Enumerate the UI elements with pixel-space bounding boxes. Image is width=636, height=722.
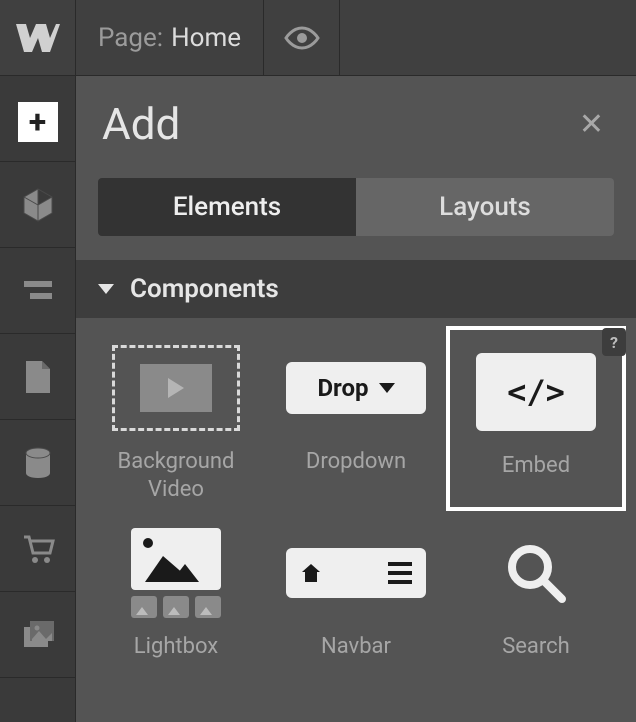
tab-elements[interactable]: Elements [98, 178, 356, 236]
section-title: Components [130, 274, 279, 304]
tab-layouts[interactable]: Layouts [356, 178, 614, 236]
element-navbar[interactable]: Navbar [266, 511, 446, 669]
element-label: Lightbox [134, 633, 218, 661]
page-prefix-label: Page: [98, 23, 163, 53]
topbar: Page: Home [0, 0, 636, 76]
sidebar-navigator[interactable] [0, 162, 75, 248]
element-lightbox[interactable]: Lightbox [86, 511, 266, 669]
left-toolbar: + [0, 76, 76, 722]
plus-icon: + [18, 102, 58, 142]
help-badge[interactable]: ? [602, 328, 626, 356]
dropdown-icon: Drop [270, 338, 442, 438]
hamburger-icon [388, 562, 412, 584]
element-label: Navbar [321, 633, 391, 661]
webflow-logo[interactable] [0, 0, 76, 76]
element-label: Background Video [90, 448, 262, 503]
sidebar-ecommerce[interactable] [0, 506, 75, 592]
element-label: Dropdown [306, 448, 406, 476]
sidebar-cms[interactable] [0, 420, 75, 506]
search-icon [450, 523, 622, 623]
section-header-components[interactable]: Components [76, 260, 636, 318]
lightbox-icon [90, 523, 262, 623]
caret-down-icon [98, 284, 114, 294]
eye-icon [284, 20, 320, 56]
element-label: Search [502, 633, 570, 661]
panel-header: Add ✕ [76, 76, 636, 168]
page-selector[interactable]: Page: Home [76, 0, 264, 76]
cube-icon [20, 187, 56, 223]
element-search[interactable]: Search [446, 511, 626, 669]
page-icon [20, 359, 56, 395]
close-button[interactable]: ✕ [573, 101, 610, 148]
embed-icon: </> [454, 342, 618, 442]
cart-icon [20, 531, 56, 567]
element-dropdown[interactable]: Drop Dropdown [266, 326, 446, 511]
images-icon [20, 617, 56, 653]
sidebar-assets[interactable] [0, 592, 75, 678]
lines-icon [20, 273, 56, 309]
page-name: Home [171, 23, 241, 53]
add-panel: Add ✕ Elements Layouts Components Backgr… [76, 76, 636, 722]
element-label: Embed [502, 452, 570, 480]
home-icon [300, 562, 322, 584]
element-embed[interactable]: ? </> Embed [446, 326, 626, 511]
webflow-logo-icon [16, 24, 60, 52]
sidebar-file[interactable] [0, 334, 75, 420]
navbar-icon [270, 523, 442, 623]
background-video-icon [90, 338, 262, 438]
sidebar-pages[interactable] [0, 248, 75, 334]
main: + [0, 76, 636, 722]
element-background-video[interactable]: Background Video [86, 326, 266, 511]
preview-button[interactable] [264, 0, 340, 76]
tab-row: Elements Layouts [98, 178, 614, 236]
sidebar-add[interactable]: + [0, 76, 75, 162]
close-icon: ✕ [579, 107, 604, 142]
database-icon [20, 445, 56, 481]
elements-grid: Background Video Drop Dropdown ? </> Emb… [76, 318, 636, 677]
panel-title: Add [102, 98, 180, 150]
